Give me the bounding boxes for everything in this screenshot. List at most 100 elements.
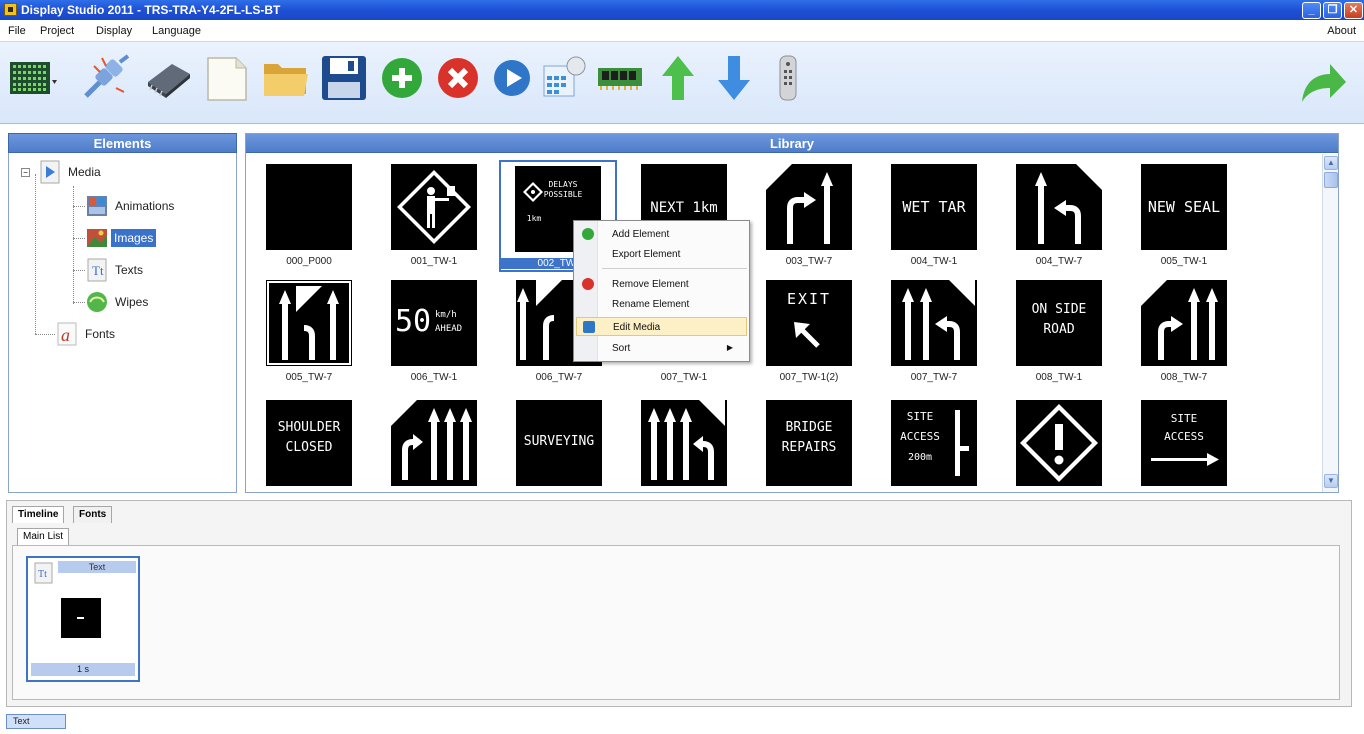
item-label: 004_TW-1 — [910, 256, 958, 267]
menu-file[interactable]: File — [8, 25, 26, 37]
delete-icon[interactable] — [432, 52, 484, 104]
library-item[interactable]: ON SIDE ROAD 008_TW-1 — [1004, 280, 1114, 390]
library-item[interactable]: 007_TW-7 — [879, 280, 989, 390]
sign-thumbnail — [1016, 164, 1102, 250]
sign-thumbnail — [391, 400, 477, 486]
tree-node-animations[interactable]: Animations — [85, 194, 174, 218]
item-label: 005_TW-1 — [1160, 256, 1208, 267]
menu-sort[interactable]: Sort ▶ — [576, 339, 747, 358]
sign-thumbnail: EXIT — [766, 280, 852, 366]
library-scrollbar[interactable]: ▲ ▼ — [1322, 154, 1338, 492]
title-bar: Display Studio 2011 - TRS-TRA-Y4-2FL-LS-… — [0, 0, 1364, 20]
sign-text: AHEAD — [435, 324, 463, 334]
item-label: 004_TW-7 — [1035, 256, 1083, 267]
tree-node-images[interactable]: Images — [85, 226, 157, 250]
tree-node-texts[interactable]: Tt Texts — [85, 258, 143, 282]
menu-bar: File Project Display Language About — [0, 20, 1364, 42]
tree-node-wipes[interactable]: Wipes — [85, 290, 148, 314]
status-text-button[interactable]: Text — [6, 714, 66, 729]
card-thumbnail — [61, 598, 101, 638]
upload-icon[interactable] — [652, 52, 704, 104]
library-item[interactable]: 003_TW-7 — [754, 164, 864, 274]
collapse-toggle-icon[interactable]: − — [21, 167, 30, 177]
add-icon — [582, 228, 594, 240]
library-item[interactable] — [1004, 400, 1114, 492]
item-label: 007_TW-7 — [910, 372, 958, 383]
text-icon: Tt — [34, 562, 54, 584]
menu-edit-media[interactable]: Edit Media — [576, 317, 747, 336]
sign-text: ROAD — [1043, 322, 1075, 337]
library-item[interactable]: SHOULDER CLOSED — [254, 400, 364, 492]
sign-thumbnail — [266, 280, 352, 366]
chip-icon[interactable] — [142, 52, 194, 104]
tab-main-list[interactable]: Main List — [17, 528, 70, 545]
new-file-icon[interactable] — [200, 52, 252, 104]
tree-label-images: Images — [111, 229, 157, 247]
library-item[interactable]: 50 km/h AHEAD 006_TW-1 — [379, 280, 489, 390]
library-item[interactable]: SURVEYING — [504, 400, 614, 492]
item-label: 005_TW-7 — [285, 372, 333, 383]
images-icon — [85, 226, 109, 250]
sign-thumbnail — [391, 164, 477, 250]
item-label: 008_TW-7 — [1160, 372, 1208, 383]
card-duration: 1 s — [31, 663, 135, 676]
sign-text: SHOULDER — [277, 420, 341, 435]
memory-icon[interactable] — [594, 52, 646, 104]
menu-language[interactable]: Language — [152, 25, 201, 37]
library-item[interactable]: 004_TW-7 — [1004, 164, 1114, 274]
play-icon[interactable] — [486, 52, 538, 104]
library-item[interactable]: WET TAR 004_TW-1 — [879, 164, 989, 274]
menu-about[interactable]: About — [1327, 25, 1356, 37]
scroll-thumb[interactable] — [1324, 172, 1338, 188]
library-item[interactable] — [629, 400, 739, 492]
library-item[interactable]: SITE ACCESS 200m — [879, 400, 989, 492]
item-label: 007_TW-1 — [660, 372, 708, 383]
menu-display[interactable]: Display — [96, 25, 132, 37]
sign-text: REPAIRS — [781, 440, 837, 455]
tree-node-media[interactable]: − Media — [21, 160, 101, 184]
close-button[interactable]: ✕ — [1344, 2, 1363, 19]
timeline-card[interactable]: Tt Text 1 s — [26, 556, 140, 682]
menu-rename-element[interactable]: Rename Element — [576, 295, 747, 314]
restore-button[interactable]: ❐ — [1323, 2, 1342, 19]
sign-grid-icon[interactable] — [6, 52, 58, 104]
item-label: 006_TW-7 — [535, 372, 583, 383]
menu-add-element[interactable]: Add Element — [576, 225, 747, 244]
menu-remove-element[interactable]: Remove Element — [576, 275, 747, 294]
library-item[interactable]: BRIDGE REPAIRS — [754, 400, 864, 492]
minimize-button[interactable]: _ — [1302, 2, 1321, 19]
toolbar — [0, 42, 1364, 124]
animations-icon — [85, 194, 109, 218]
menu-export-element[interactable]: Export Element — [576, 245, 747, 264]
scroll-up-icon[interactable]: ▲ — [1324, 156, 1338, 170]
library-panel: Library 000_P000 001_TW-1 DELAYS POSSIBL… — [245, 133, 1339, 493]
library-item[interactable]: NEW SEAL 005_TW-1 — [1129, 164, 1239, 274]
save-icon[interactable] — [318, 52, 370, 104]
disconnect-icon[interactable] — [80, 52, 132, 104]
add-icon[interactable] — [376, 52, 428, 104]
scroll-down-icon[interactable]: ▼ — [1324, 474, 1338, 488]
tab-fonts[interactable]: Fonts — [73, 506, 113, 523]
library-item[interactable] — [379, 400, 489, 492]
sign-thumbnail: SHOULDER CLOSED — [266, 400, 352, 486]
library-item[interactable]: SITE ACCESS — [1129, 400, 1239, 492]
library-item[interactable]: 005_TW-7 — [254, 280, 364, 390]
tree-node-fonts[interactable]: a Fonts — [55, 322, 115, 346]
library-item[interactable]: 001_TW-1 — [379, 164, 489, 274]
calculator-icon[interactable] — [538, 52, 590, 104]
library-item[interactable]: 008_TW-7 — [1129, 280, 1239, 390]
remote-icon[interactable] — [762, 52, 814, 104]
open-folder-icon[interactable] — [260, 52, 312, 104]
item-label: 001_TW-1 — [410, 256, 458, 267]
elements-panel-title: Elements — [8, 133, 237, 153]
tab-timeline[interactable]: Timeline — [12, 506, 65, 523]
menu-project[interactable]: Project — [40, 25, 74, 37]
tree-label-media: Media — [68, 165, 101, 179]
library-item[interactable]: EXIT 007_TW-1(2) — [754, 280, 864, 390]
svg-text:a: a — [61, 325, 70, 345]
library-item[interactable]: 000_P000 — [254, 164, 364, 274]
sign-thumbnail: SITE ACCESS — [1141, 400, 1227, 486]
sign-thumbnail: WET TAR — [891, 164, 977, 250]
download-icon[interactable] — [708, 52, 760, 104]
redo-arrow-icon[interactable] — [1296, 56, 1348, 108]
